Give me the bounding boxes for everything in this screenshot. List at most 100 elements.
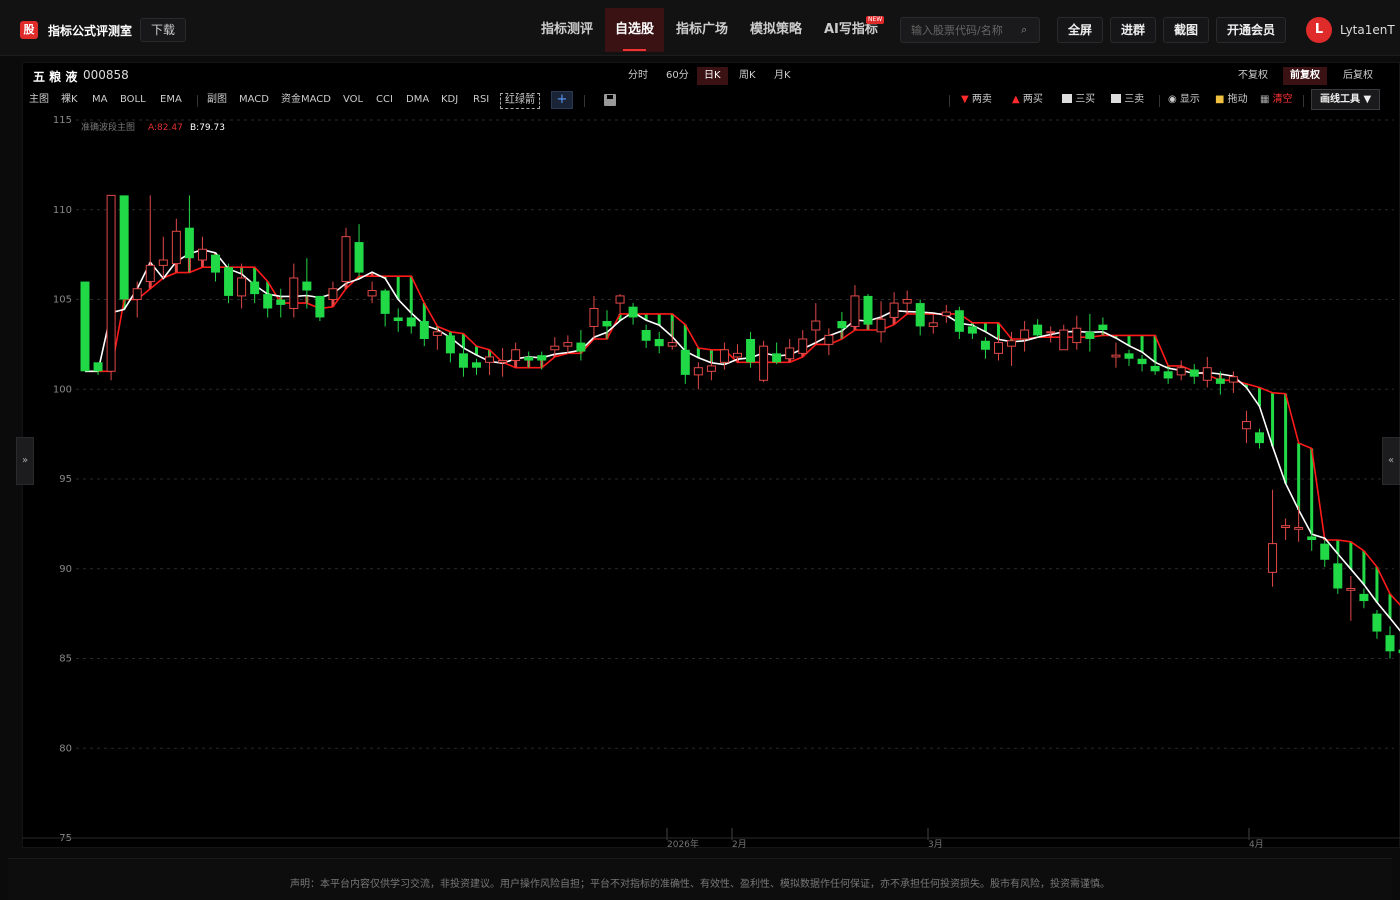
candle-body — [1346, 587, 1356, 591]
candle-body — [889, 302, 899, 318]
divider — [1303, 95, 1304, 107]
tool-three-buy[interactable]: 三买 — [1062, 93, 1095, 107]
candle-body — [1359, 593, 1369, 602]
fullscreen-button[interactable]: 全屏 — [1057, 17, 1104, 43]
candle-body — [171, 230, 181, 265]
search-input[interactable] — [900, 17, 1040, 43]
candle-body — [928, 322, 938, 327]
line-a — [85, 266, 1400, 607]
join-group-button[interactable]: 进群 — [1110, 17, 1157, 43]
indicator-fund-macd[interactable]: 资金MACD — [281, 93, 331, 107]
candle-body — [1268, 543, 1278, 573]
candle-body — [237, 277, 247, 297]
candle-body — [106, 194, 116, 372]
tool-two-buy[interactable]: ▲ 两买 — [1012, 93, 1043, 107]
indicator-macd[interactable]: MACD — [239, 93, 269, 107]
nav-ai-indicator[interactable]: AI写指标 — [814, 8, 888, 52]
candle-body — [1228, 376, 1238, 383]
period-60min[interactable]: 60分 — [659, 67, 696, 85]
candle-body — [1163, 371, 1173, 379]
tool-three-sell[interactable]: 三卖 — [1111, 93, 1144, 107]
tool-two-buy-label: 两买 — [1022, 94, 1043, 105]
indicator-rsi[interactable]: RSI — [473, 93, 489, 107]
candle-body — [524, 356, 534, 361]
download-button[interactable]: 下载 — [140, 18, 187, 42]
x-tick-label: 3月 — [928, 839, 943, 850]
candle-body — [824, 334, 834, 345]
candle-body — [511, 349, 521, 362]
adjust-backward[interactable]: 后复权 — [1336, 67, 1380, 85]
stock-name: 五 粮 液 — [33, 70, 78, 84]
candle-body — [1333, 563, 1343, 589]
tool-two-sell-label: 两卖 — [971, 94, 992, 105]
period-intraday[interactable]: 分时 — [621, 67, 655, 85]
indicator-kdj[interactable]: KDJ — [441, 93, 458, 107]
candle-body — [354, 242, 364, 273]
indicator-naked-k[interactable]: 裸K — [61, 93, 78, 107]
new-badge: NEW — [866, 16, 885, 24]
y-tick-label: 90 — [59, 564, 72, 575]
period-monthly[interactable]: 月K — [767, 67, 798, 85]
nav-watchlist[interactable]: 自选股 — [605, 8, 665, 52]
indicator-cci[interactable]: CCI — [376, 93, 393, 107]
x-tick-label: 2026年 — [667, 838, 699, 850]
candle-body — [1085, 331, 1095, 339]
expand-right-button[interactable]: « — [1382, 437, 1400, 485]
candle-body — [785, 347, 795, 360]
candle-body — [1137, 358, 1147, 365]
candle-body — [485, 356, 495, 363]
candle-body — [276, 299, 286, 305]
indicator-boll[interactable]: BOLL — [120, 93, 146, 107]
period-weekly[interactable]: 周K — [732, 67, 763, 85]
line-b — [85, 248, 1400, 632]
expand-left-button[interactable]: » — [16, 437, 34, 485]
avatar[interactable]: L — [1306, 17, 1332, 43]
drawing-tools-button[interactable]: 画线工具 ▼ — [1311, 89, 1381, 110]
tool-drag[interactable]: ■ 拖动 — [1215, 93, 1248, 107]
candle-body — [798, 338, 808, 354]
indicator-red-green-arrow[interactable]: 红绿箭 — [500, 93, 540, 109]
nav-indicator-square[interactable]: 指标广场 — [666, 8, 738, 52]
candle-body — [1176, 367, 1186, 376]
tool-two-sell[interactable]: ▼ 两卖 — [961, 93, 992, 107]
candlestick-chart[interactable]: 11511010510095908580752026年 2月 3月 4月 — [22, 112, 1400, 852]
candle-body — [746, 338, 756, 363]
app-logo: 股 — [20, 21, 38, 39]
candle-body — [132, 288, 142, 300]
indicator-vol[interactable]: VOL — [343, 93, 363, 107]
disclaimer-text: 声明：本平台内容仅供学习交流，非投资建议。用户操作风险自担；平台不对指标的准确性… — [290, 879, 1110, 890]
add-indicator-button[interactable]: + — [551, 91, 573, 109]
username[interactable]: Lyta1enT — [1340, 23, 1395, 37]
y-tick-label: 105 — [53, 295, 72, 306]
adjust-none[interactable]: 不复权 — [1231, 67, 1275, 85]
tool-show[interactable]: ◉ 显示 — [1168, 93, 1200, 107]
candle-body — [537, 355, 547, 361]
period-daily[interactable]: 日K — [697, 67, 728, 85]
membership-button[interactable]: 开通会员 — [1216, 17, 1287, 43]
adjust-forward[interactable]: 前复权 — [1283, 67, 1327, 85]
nav-indicator-review[interactable]: 指标测评 — [531, 8, 603, 52]
screenshot-button[interactable]: 截图 — [1163, 17, 1210, 43]
candle-body — [1202, 367, 1212, 381]
nav-simulated-strategy[interactable]: 模拟策略 — [740, 8, 812, 52]
candle-body — [994, 342, 1003, 354]
x-tick-label: 2月 — [732, 839, 747, 850]
indicator-dma[interactable]: DMA — [406, 93, 429, 107]
footer: 声明：本平台内容仅供学习交流，非投资建议。用户操作风险自担；平台不对指标的准确性… — [8, 858, 1392, 900]
save-icon[interactable] — [604, 94, 616, 106]
y-tick-label: 110 — [53, 205, 72, 216]
candle-body — [667, 342, 677, 347]
candle-body — [811, 320, 821, 331]
candle-body — [93, 362, 103, 372]
candle-body — [1189, 369, 1199, 377]
tool-clear[interactable]: ▦ 清空 — [1260, 93, 1293, 107]
indicator-ema[interactable]: EMA — [160, 93, 182, 107]
candle-body — [772, 353, 782, 363]
indicator-ma[interactable]: MA — [92, 93, 107, 107]
candle-body — [119, 195, 129, 300]
candle-body — [406, 317, 416, 327]
candle-body — [602, 321, 612, 327]
search-icon[interactable]: ⌕ — [1021, 23, 1027, 37]
candle-body — [1072, 327, 1082, 344]
candle-body — [1294, 526, 1304, 530]
